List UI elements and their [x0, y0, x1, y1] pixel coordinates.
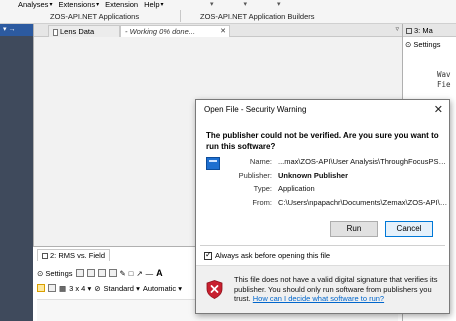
select-tool-icon[interactable] — [37, 284, 45, 292]
dialog-file-details: Name: ...max\ZOS-API\User Analysis\Throu… — [222, 155, 448, 210]
detail-label: Publisher: — [238, 170, 272, 180]
layout-selector[interactable]: 3 x 4 ▾ — [69, 284, 91, 293]
menu-extension[interactable]: Extension — [105, 0, 138, 10]
ribbon-menu-row: Analyses ▾ Extensions ▾ Extension Help ▾ — [18, 0, 164, 10]
pencil-icon[interactable]: ✎ — [120, 269, 126, 278]
detail-label: Name: — [249, 157, 272, 166]
text-tool-icon[interactable]: A — [156, 268, 163, 278]
chevron-down-icon: ▾ — [96, 2, 100, 8]
tab-lens-data[interactable]: Lens Data — [48, 25, 120, 37]
stop-icon[interactable]: ⊘ — [94, 284, 100, 293]
chevron-down-circle-icon: ⊙ — [405, 40, 412, 49]
detail-value: C:\Users\npapachr\Documents\Zemax\ZOS-AP… — [278, 197, 448, 207]
save-icon[interactable] — [97, 269, 106, 277]
ribbon-group-separator — [180, 10, 181, 22]
rectangle-icon[interactable]: □ — [129, 269, 134, 278]
detail-row-name: Name: ...max\ZOS-API\User Analysis\Throu… — [222, 155, 448, 169]
menu-help-label: Help — [144, 0, 160, 9]
ribbon-caret-row: ▾ ▾ ▾ — [210, 0, 281, 10]
chevron-down-icon[interactable]: ▾ — [210, 0, 214, 10]
menu-help[interactable]: Help ▾ — [144, 0, 163, 10]
dialog-warning-text: The publisher could not be verified. Are… — [206, 131, 439, 151]
menu-analyses-label: Analyses — [18, 0, 49, 9]
always-ask-label: Always ask before opening this file — [215, 251, 331, 260]
always-ask-checkbox[interactable] — [204, 250, 212, 260]
detail-value: Unknown Publisher — [278, 170, 349, 180]
document-tab-bar: Lens Data - Working 0% done... ✕ ▿ — [34, 24, 403, 37]
refresh-icon[interactable] — [75, 269, 84, 277]
print-icon[interactable] — [108, 269, 117, 277]
ribbon-group-applications: ZOS-API.NET Applications — [50, 12, 140, 21]
chevron-down-icon: ▾ — [87, 283, 92, 293]
chevron-down-icon[interactable]: ▾ — [277, 0, 281, 10]
chevron-down-circle-icon: ⊙ — [37, 268, 44, 278]
chevron-down-icon: ▾ — [178, 283, 183, 293]
shield-warning-icon — [206, 280, 223, 299]
arrow-icon[interactable]: ↗ — [136, 269, 142, 278]
settings-label: Settings — [45, 268, 73, 278]
tab-working[interactable]: - Working 0% done... ✕ — [120, 25, 230, 37]
tab-lens-data-label: Lens Data — [60, 27, 95, 36]
standard-label: Standard — [103, 283, 134, 293]
signature-warning: This file does not have a valid digital … — [234, 275, 444, 304]
tab-working-label: - Working 0% done... — [125, 27, 196, 36]
detail-value: Application — [278, 184, 315, 193]
chart-icon — [42, 253, 48, 260]
ribbon: Analyses ▾ Extensions ▾ Extension Help ▾ ▾ … — [0, 0, 456, 24]
run-button[interactable]: Run — [330, 221, 378, 237]
security-warning-dialog: Open File - Security Warning ✕ The publi… — [195, 99, 450, 314]
menu-extensions-label: Extensions — [58, 0, 96, 9]
tab-rms-vs-field[interactable]: 2: RMS vs. Field — [37, 249, 111, 261]
window-icon — [406, 28, 412, 35]
right-panel-text-line: Wav — [437, 70, 451, 79]
menu-extensions[interactable]: Extensions ▾ — [58, 0, 99, 10]
detail-row-from: From: C:\Users\npapachr\Documents\Zemax\… — [222, 196, 448, 210]
line-icon[interactable]: — — [146, 269, 154, 278]
application-file-icon — [206, 157, 220, 170]
chevron-down-icon[interactable]: ▾ — [244, 0, 248, 10]
tab-list-dropdown-icon[interactable]: ▿ — [395, 25, 399, 33]
close-icon[interactable]: ✕ — [434, 100, 443, 120]
tab-rms-vs-field-label: 2: RMS vs. Field — [50, 251, 106, 260]
chevron-down-icon: ▾ — [49, 2, 53, 8]
help-link[interactable]: How can I decide what software to run? — [253, 294, 384, 303]
right-settings-label: Settings — [413, 40, 441, 49]
detail-value: ...max\ZOS-API\User Analysis\ThroughFocu… — [278, 157, 448, 166]
analysis-toolbar-primary: ⊙ Settings ✎ □ ↗ — A — [37, 267, 163, 279]
grid-layout-icon[interactable]: ▦ — [59, 284, 66, 293]
layout-label: 3 x 4 — [69, 283, 86, 293]
menu-extension-label: Extension — [105, 0, 139, 9]
chevron-down-icon: ▾ — [160, 2, 164, 8]
always-ask-option[interactable]: Always ask before opening this file — [204, 250, 331, 261]
detail-label: From: — [252, 197, 272, 207]
chevron-down-icon: ▾ — [136, 283, 140, 293]
automatic-selector[interactable]: Automatic ▾ — [143, 284, 182, 293]
menu-analyses[interactable]: Analyses ▾ — [18, 0, 52, 10]
dialog-footer: This file does not have a valid digital … — [196, 265, 449, 313]
dialog-titlebar: Open File - Security Warning ✕ — [196, 100, 449, 120]
ribbon-group-application-builders: ZOS-API.NET Application Builders — [200, 12, 315, 21]
detail-row-publisher: Publisher: Unknown Publisher — [222, 169, 447, 183]
analysis-toolbar-secondary: ▦ 3 x 4 ▾ ⊘ Standard ▾ Automatic ▾ — [37, 282, 182, 294]
settings-toggle[interactable]: ⊙ Settings — [37, 269, 73, 278]
window-layout-icon[interactable] — [48, 284, 56, 292]
detail-label: Type: — [253, 184, 272, 193]
left-dock-strip: ▾ → — [0, 24, 33, 321]
dialog-divider — [200, 245, 445, 246]
tab-right-analysis-label: 3: Ma — [414, 26, 433, 35]
standard-selector[interactable]: Standard ▾ — [104, 284, 140, 293]
right-panel-text-line: Fie — [437, 80, 451, 89]
copy-icon[interactable] — [86, 269, 95, 277]
cancel-button[interactable]: Cancel — [385, 221, 433, 237]
detail-row-type: Type: Application — [222, 182, 447, 196]
tab-right-analysis[interactable]: 3: Ma — [403, 24, 456, 37]
left-dock-pin[interactable]: ▾ → — [0, 24, 33, 36]
right-settings-toggle[interactable]: ⊙ Settings — [405, 40, 441, 49]
dialog-title: Open File - Security Warning — [204, 105, 307, 114]
document-icon — [53, 28, 58, 36]
automatic-label: Automatic — [142, 283, 177, 293]
